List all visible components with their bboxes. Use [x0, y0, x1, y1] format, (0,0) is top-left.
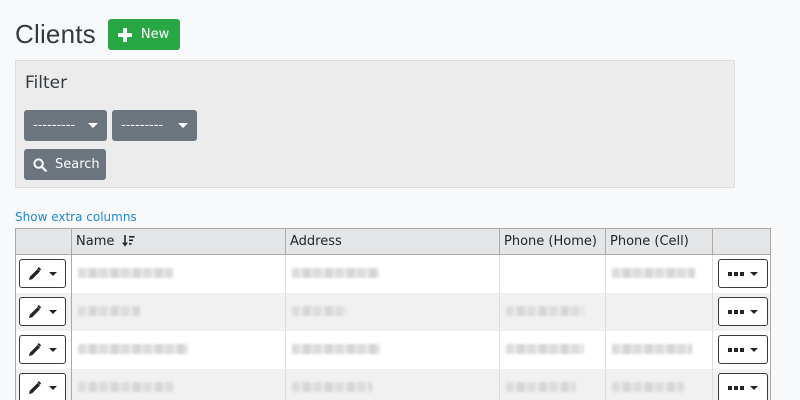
ellipsis-icon: [728, 347, 744, 352]
caret-down-icon: [750, 271, 758, 276]
sort-descending-icon: [121, 235, 134, 247]
new-client-button[interactable]: New: [107, 19, 181, 50]
cell-phone-home: [499, 254, 606, 293]
cell-phone-cell: [605, 292, 713, 331]
table-row: [15, 368, 771, 400]
cell-address: [285, 292, 500, 331]
pencil-icon: [29, 380, 42, 394]
header-phone-home[interactable]: Phone (Home): [499, 228, 606, 255]
header-phone-cell[interactable]: Phone (Cell): [605, 228, 713, 255]
caret-down-icon: [750, 347, 758, 352]
redacted-text: [292, 381, 372, 392]
filter-panel: Filter --------- --------- Search: [15, 60, 735, 188]
table-row: [15, 330, 771, 369]
ellipsis-icon: [728, 271, 744, 276]
cell-phone-cell: [605, 368, 713, 400]
row-edit-cell: [15, 292, 72, 331]
redacted-text: [506, 305, 584, 316]
cell-name: [71, 330, 286, 369]
cell-phone-home: [499, 292, 606, 331]
header-actions: [15, 228, 72, 255]
pencil-icon: [29, 304, 42, 318]
redacted-text: [78, 305, 140, 316]
ellipsis-icon: [728, 385, 744, 390]
cell-address: [285, 254, 500, 293]
edit-dropdown-button[interactable]: [19, 373, 66, 400]
caret-down-icon: [49, 309, 57, 314]
page-header: Clients New: [15, 19, 181, 50]
search-button-label: Search: [55, 157, 100, 172]
new-button-label: New: [140, 27, 170, 42]
filter-dropdown-1[interactable]: ---------: [24, 110, 107, 141]
cell-name: [71, 368, 286, 400]
edit-dropdown-button[interactable]: [19, 297, 66, 326]
row-more-cell: [712, 330, 771, 369]
caret-down-icon: [49, 271, 57, 276]
row-more-cell: [712, 254, 771, 293]
redacted-text: [292, 343, 380, 354]
filter-title: Filter: [25, 73, 68, 93]
more-actions-button[interactable]: [718, 297, 768, 326]
header-address[interactable]: Address: [285, 228, 500, 255]
clients-table: Name Address Phone (Home) Phone (Cell): [15, 228, 771, 400]
cell-address: [285, 368, 500, 400]
caret-down-icon: [750, 309, 758, 314]
caret-down-icon: [178, 123, 188, 128]
table-row: [15, 254, 771, 293]
edit-dropdown-button[interactable]: [19, 335, 66, 364]
header-more: [712, 228, 771, 255]
caret-down-icon: [49, 385, 57, 390]
edit-dropdown-button[interactable]: [19, 259, 66, 289]
show-extra-columns-link[interactable]: Show extra columns: [15, 210, 137, 224]
row-more-cell: [712, 292, 771, 331]
table-header-row: Name Address Phone (Home) Phone (Cell): [15, 228, 771, 255]
search-button[interactable]: Search: [24, 149, 106, 180]
page-title: Clients: [15, 19, 96, 49]
more-actions-button[interactable]: [718, 335, 768, 364]
table-row: [15, 292, 771, 331]
cell-name: [71, 292, 286, 331]
cell-phone-home: [499, 368, 606, 400]
redacted-text: [612, 343, 692, 354]
filter-dropdown-2[interactable]: ---------: [112, 110, 197, 141]
cell-phone-home: [499, 330, 606, 369]
more-actions-button[interactable]: [718, 259, 768, 289]
redacted-text: [612, 381, 684, 392]
redacted-text: [78, 381, 174, 392]
row-edit-cell: [15, 254, 72, 293]
redacted-text: [292, 305, 347, 316]
pencil-icon: [29, 266, 42, 280]
redacted-text: [612, 267, 695, 278]
row-edit-cell: [15, 368, 72, 400]
search-icon: [33, 157, 47, 172]
row-edit-cell: [15, 330, 72, 369]
filter-dropdown-2-value: ---------: [121, 118, 164, 133]
row-more-cell: [712, 368, 771, 400]
cell-phone-cell: [605, 254, 713, 293]
filter-dropdown-1-value: ---------: [33, 118, 76, 133]
caret-down-icon: [750, 385, 758, 390]
ellipsis-icon: [728, 309, 744, 314]
redacted-text: [78, 343, 188, 354]
caret-down-icon: [88, 123, 98, 128]
caret-down-icon: [49, 347, 57, 352]
header-name[interactable]: Name: [71, 228, 286, 255]
cell-address: [285, 330, 500, 369]
plus-icon: [117, 27, 133, 43]
redacted-text: [506, 343, 584, 354]
header-name-label: Name: [76, 234, 115, 249]
cell-phone-cell: [605, 330, 713, 369]
cell-name: [71, 254, 286, 293]
pencil-icon: [29, 342, 42, 356]
redacted-text: [78, 267, 173, 278]
redacted-text: [292, 267, 379, 278]
redacted-text: [506, 381, 576, 392]
more-actions-button[interactable]: [718, 373, 768, 400]
